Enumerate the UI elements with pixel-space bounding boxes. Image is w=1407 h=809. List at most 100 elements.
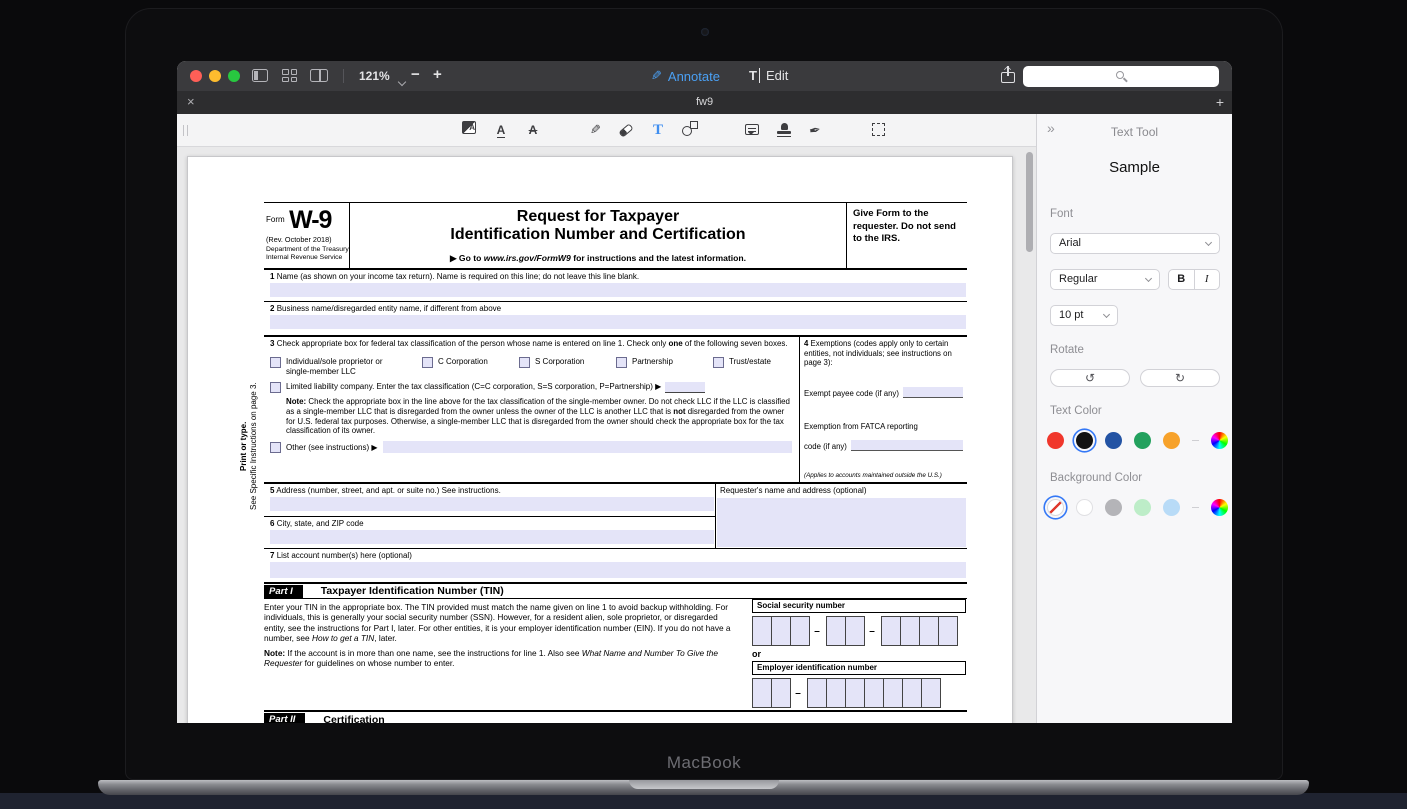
fatca-code-field[interactable] — [851, 440, 963, 451]
text-color-blue[interactable] — [1105, 432, 1122, 449]
dept-line1: Department of the Treasury — [266, 246, 349, 253]
text-tool-icon[interactable]: T — [648, 121, 668, 140]
text-color-wheel[interactable] — [1211, 432, 1228, 449]
part1-label: Part I — [264, 585, 303, 598]
form-line6: 6 City, state, and ZIP code — [264, 517, 715, 548]
city-state-zip-field[interactable] — [270, 530, 714, 544]
font-style-select[interactable]: Regular — [1050, 269, 1160, 290]
applies-note: (Applies to accounts maintained outside … — [804, 472, 942, 479]
italic-button[interactable]: I — [1195, 270, 1220, 289]
other-field[interactable] — [383, 441, 792, 453]
font-family-select[interactable]: Arial — [1050, 233, 1220, 254]
font-section-label: Font — [1050, 208, 1073, 220]
ein-cell[interactable] — [771, 678, 791, 708]
select-tool-icon[interactable] — [868, 121, 888, 140]
annotate-mode-button[interactable]: ✎ Annotate — [651, 68, 720, 84]
underline-tool-icon[interactable]: A — [491, 121, 511, 140]
checkbox-trust-estate[interactable] — [713, 357, 724, 368]
background-color-gray[interactable] — [1105, 499, 1122, 516]
text-color-swatches — [1047, 432, 1232, 449]
annotate-label: Annotate — [668, 69, 720, 84]
part1-header: Part I Taxpayer Identification Number (T… — [264, 584, 967, 599]
ein-cell[interactable] — [845, 678, 865, 708]
close-window-button[interactable] — [190, 70, 202, 82]
background-color-blue[interactable] — [1163, 499, 1180, 516]
ein-cell[interactable] — [902, 678, 922, 708]
ssn-cell[interactable] — [881, 616, 901, 646]
ein-cell[interactable] — [826, 678, 846, 708]
checkbox-other[interactable] — [270, 442, 281, 453]
edit-mode-button[interactable]: T Edit — [749, 68, 788, 83]
llc-classification-field[interactable] — [665, 382, 705, 393]
stamp-tool-icon[interactable] — [774, 121, 794, 140]
strikethrough-tool-icon[interactable]: A — [523, 121, 543, 140]
background-color-green[interactable] — [1134, 499, 1151, 516]
rotate-right-button[interactable]: ↻ — [1140, 369, 1220, 387]
ssn-cells: – – — [752, 616, 966, 646]
ssn-cell[interactable] — [752, 616, 772, 646]
zoom-chevron-icon[interactable] — [399, 72, 405, 90]
ssn-cell[interactable] — [900, 616, 920, 646]
business-name-field[interactable] — [270, 315, 966, 329]
zoom-in-button[interactable]: + — [433, 66, 442, 83]
share-button[interactable] — [1001, 66, 1015, 84]
minimize-window-button[interactable] — [209, 70, 221, 82]
shapes-tool-icon[interactable] — [680, 121, 700, 140]
ein-cell[interactable] — [807, 678, 827, 708]
background-color-wheel[interactable] — [1211, 499, 1228, 516]
ssn-cell[interactable] — [826, 616, 846, 646]
ssn-label: Social security number — [752, 599, 966, 613]
text-color-red[interactable] — [1047, 432, 1064, 449]
font-size-select[interactable]: 10 pt — [1050, 305, 1118, 326]
toolbar-drag-handle[interactable] — [183, 125, 188, 136]
requester-field[interactable] — [717, 498, 966, 547]
document-scroll-area[interactable]: Print or type. See Specific Instructions… — [177, 147, 1036, 723]
requester-box: Requester's name and address (optional) — [715, 484, 967, 548]
ssn-cell[interactable] — [938, 616, 958, 646]
two-page-view-button[interactable] — [310, 69, 328, 87]
checkbox-individual[interactable] — [270, 357, 281, 368]
fullscreen-window-button[interactable] — [228, 70, 240, 82]
new-tab-button[interactable]: + — [1216, 94, 1224, 110]
note-tool-icon[interactable] — [742, 121, 762, 140]
camera-dot — [701, 28, 709, 36]
checkbox-c-corporation[interactable] — [422, 357, 433, 368]
pencil-tool-icon[interactable]: ✎ — [585, 121, 605, 140]
checkbox-s-corporation[interactable] — [519, 357, 530, 368]
tab-title[interactable]: fw9 — [177, 96, 1232, 108]
ein-cell[interactable] — [921, 678, 941, 708]
ssn-cell[interactable] — [845, 616, 865, 646]
sidebar-view-button[interactable] — [252, 69, 268, 87]
ssn-cell[interactable] — [919, 616, 939, 646]
eraser-tool-icon[interactable] — [616, 121, 636, 140]
background-color-white[interactable] — [1076, 499, 1093, 516]
ssn-cell[interactable] — [790, 616, 810, 646]
account-numbers-field[interactable] — [270, 562, 966, 578]
signature-tool-icon[interactable]: ✒ — [805, 121, 825, 140]
checkbox-partnership[interactable] — [616, 357, 627, 368]
bold-button[interactable]: B — [1169, 270, 1195, 289]
search-input[interactable] — [1023, 66, 1219, 87]
ein-cell[interactable] — [883, 678, 903, 708]
macbook-brand-label: MacBook — [126, 753, 1282, 773]
form-section3: 3 Check appropriate box for federal tax … — [264, 337, 799, 482]
text-color-green[interactable] — [1134, 432, 1151, 449]
thumbnails-view-button[interactable] — [282, 69, 297, 82]
background-color-none-selected[interactable] — [1047, 499, 1064, 516]
highlight-text-tool-icon[interactable] — [459, 121, 479, 140]
text-color-black-selected[interactable] — [1076, 432, 1093, 449]
address-field[interactable] — [270, 497, 714, 511]
ssn-cell[interactable] — [771, 616, 791, 646]
background-color-label: Background Color — [1050, 472, 1142, 484]
vertical-scrollbar[interactable] — [1026, 152, 1033, 252]
name-field[interactable] — [270, 283, 966, 297]
ein-cell[interactable] — [752, 678, 772, 708]
rotate-left-button[interactable]: ↺ — [1050, 369, 1130, 387]
zoom-level[interactable]: 121% — [359, 69, 390, 83]
chevron-down-icon — [1205, 239, 1212, 246]
exempt-payee-code-field[interactable] — [903, 387, 963, 398]
text-color-orange[interactable] — [1163, 432, 1180, 449]
checkbox-llc[interactable] — [270, 382, 281, 393]
zoom-out-button[interactable]: − — [411, 66, 420, 83]
ein-cell[interactable] — [864, 678, 884, 708]
